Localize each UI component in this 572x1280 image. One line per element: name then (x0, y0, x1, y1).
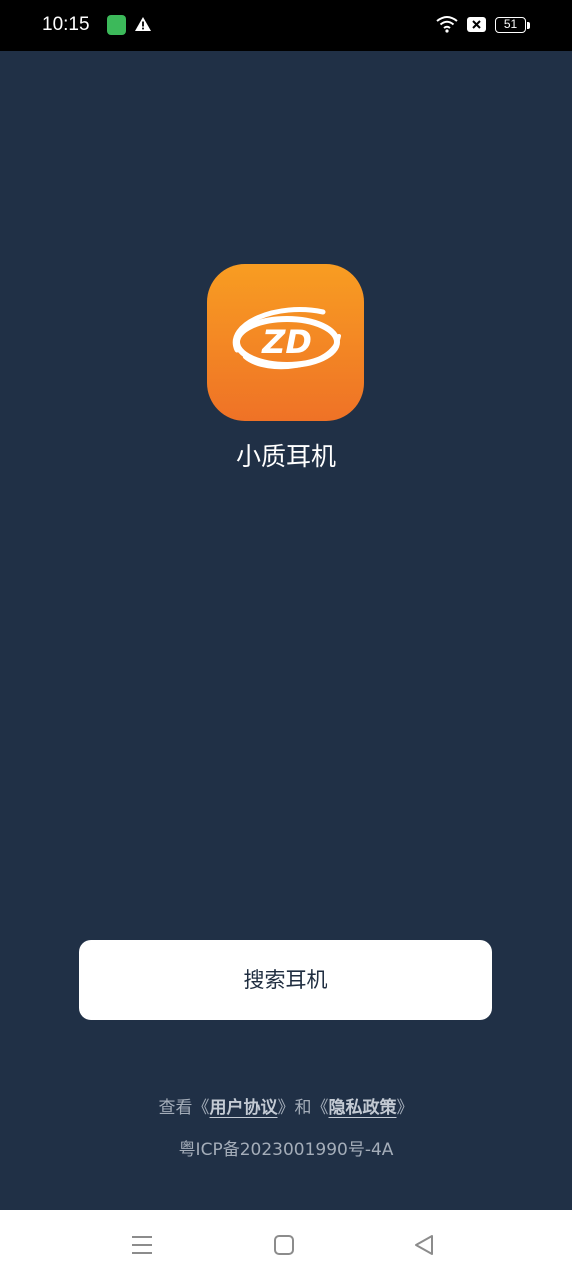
agreement-line: 查看《用户协议》和《隐私政策》 (0, 1095, 572, 1121)
battery-level: 51 (503, 17, 518, 31)
warning-icon (135, 17, 151, 31)
zd-logo-icon: ZD (232, 307, 341, 370)
app-logo: ZD (207, 264, 364, 421)
battery-tip (527, 22, 530, 29)
search-earphones-button[interactable]: 搜索耳机 (79, 940, 492, 1020)
status-time: 10:15 (42, 14, 90, 35)
sim-icon (467, 17, 486, 32)
wifi-icon (436, 16, 458, 33)
conjunction-text: 》和《 (277, 1098, 329, 1118)
menu-icon[interactable] (130, 1234, 154, 1256)
privacy-policy-link[interactable]: 隐私政策 (329, 1098, 397, 1118)
home-icon[interactable] (273, 1234, 295, 1256)
app-notification-icon (107, 15, 126, 35)
status-bar: 10:15 51 (0, 0, 572, 51)
logo-text: ZD (261, 323, 312, 361)
app-name: 小质耳机 (235, 442, 336, 471)
back-icon[interactable] (412, 1234, 436, 1256)
view-prefix: 查看《 (158, 1098, 210, 1118)
navigation-bar (0, 1210, 572, 1280)
agreement-suffix: 》 (396, 1098, 414, 1118)
battery-icon: 51 (495, 17, 526, 33)
icp-text: 粤ICP备2023001990号-4A (178, 1140, 394, 1160)
user-agreement-link[interactable]: 用户协议 (210, 1098, 278, 1118)
